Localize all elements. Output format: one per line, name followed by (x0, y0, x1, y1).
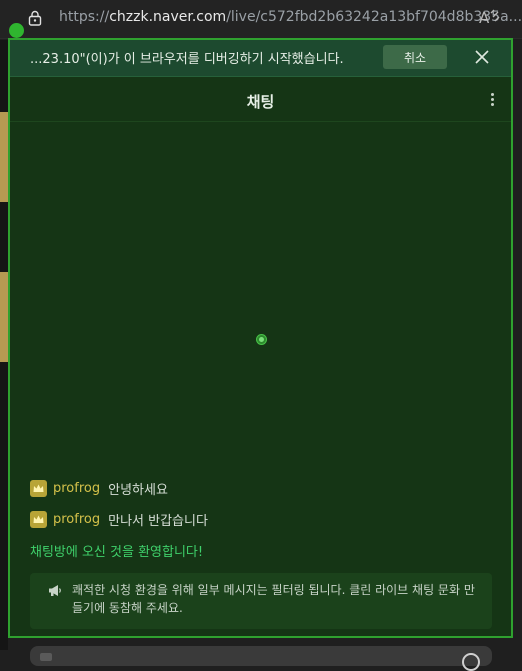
notice-text: 쾌적한 시청 환경을 위해 일부 메시지는 필터링 됩니다. 클린 라이브 채팅… (72, 583, 475, 615)
crown-icon (30, 510, 47, 528)
chat-message[interactable]: profrog 안녕하세요 (30, 478, 168, 498)
debug-indicator-icon (9, 23, 24, 38)
thumbnail-sliver (0, 112, 8, 202)
chat-header: 채팅 (10, 77, 511, 122)
lock-icon[interactable] (28, 10, 42, 26)
filter-notice: 쾌적한 시청 환경을 위해 일부 메시지는 필터링 됩니다. 클린 라이브 채팅… (30, 573, 492, 629)
address-bar[interactable]: https://chzzk.naver.com/live/c572fbd2b63… (0, 0, 522, 39)
cancel-button[interactable]: 취소 (383, 45, 447, 69)
megaphone-icon (49, 585, 61, 596)
debugging-infobar: ...23.10"(이)가 이 브라우저를 디버깅하기 시작했습니다. 취소 (10, 40, 511, 77)
background-page-strip (0, 40, 8, 650)
chat-message[interactable]: profrog 만나서 반갑습니다 (30, 509, 208, 529)
crown-icon (30, 479, 47, 497)
url-prefix: https:// (59, 9, 110, 25)
chat-nickname[interactable]: profrog (53, 512, 100, 527)
chat-input[interactable] (30, 646, 492, 671)
chat-title: 채팅 (246, 93, 275, 111)
debug-message: ...23.10"(이)가 이 브라우저를 디버깅하기 시작했습니다. (30, 52, 344, 67)
chat-panel: ...23.10"(이)가 이 브라우저를 디버깅하기 시작했습니다. 취소 채… (8, 38, 513, 638)
chat-text: 안녕하세요 (108, 482, 168, 498)
welcome-message: 채팅방에 오신 것을 환영합니다! (30, 545, 204, 560)
thumbnail-sliver (0, 272, 8, 362)
url-domain: chzzk.naver.com (109, 9, 227, 25)
input-right-icon[interactable] (462, 653, 480, 671)
chat-text: 만나서 반갑습니다 (108, 513, 208, 529)
reader-mode-icon[interactable]: A (478, 8, 500, 28)
close-icon[interactable] (474, 49, 490, 65)
input-left-icon[interactable] (40, 653, 52, 661)
svg-text:A: A (479, 9, 490, 27)
more-icon[interactable] (490, 93, 496, 109)
url-text[interactable]: https://chzzk.naver.com/live/c572fbd2b63… (59, 9, 522, 25)
inspect-cursor-icon (256, 334, 267, 345)
chat-nickname[interactable]: profrog (53, 481, 100, 496)
